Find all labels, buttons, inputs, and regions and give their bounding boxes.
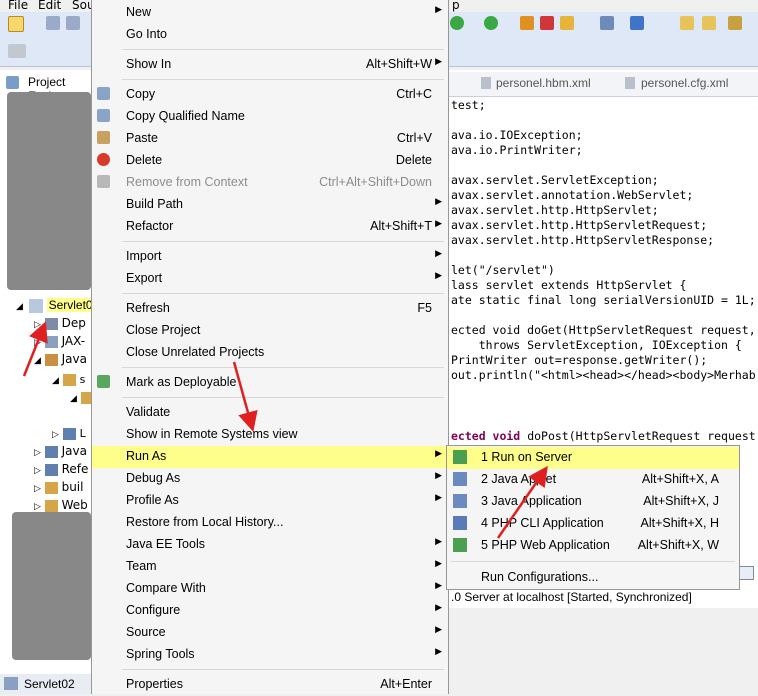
annotation-overlay: [22, 321, 548, 539]
annotation-arrow: [496, 465, 548, 539]
annotation-arrow: [232, 361, 258, 432]
annotation-arrow: [22, 321, 48, 377]
